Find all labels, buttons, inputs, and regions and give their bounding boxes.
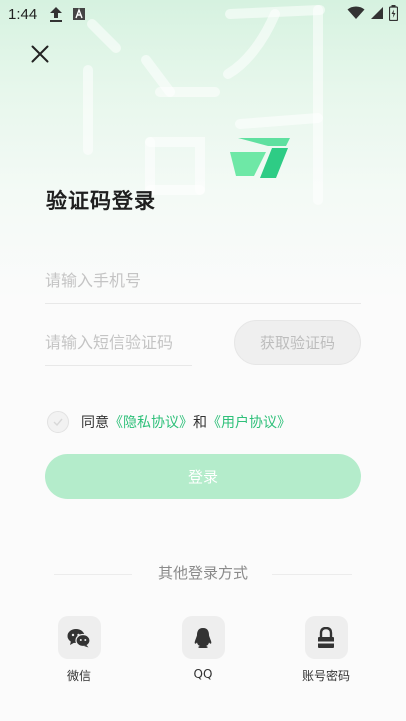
get-code-button[interactable]: 获取验证码 [234,320,361,365]
wechat-login-button[interactable]: 微信 [39,616,119,684]
battery-icon [389,5,398,21]
agreement-prefix: 同意 [81,415,109,431]
agreement-row: 同意 《隐私协议》 和 《用户协议》 [47,410,291,434]
agreement-conjunction: 和 [193,415,207,431]
status-time: 1:44 [8,5,38,23]
phone-input[interactable] [45,258,361,304]
check-icon [53,418,63,426]
wifi-icon [347,6,365,19]
password-login-label: 账号密码 [301,669,350,683]
wechat-icon [67,628,91,647]
wechat-login-label: 微信 [66,669,91,683]
close-icon [31,45,49,63]
signal-icon [371,7,383,19]
user-agreement-link[interactable]: 《用户协议》 [207,412,291,432]
lock-icon-box [304,616,348,659]
close-button[interactable] [26,40,54,68]
page-title: 验证码登录 [46,189,156,213]
bottom-edge [0,717,406,721]
upload-icon [50,7,63,22]
qq-login-button[interactable]: QQ [163,616,243,681]
qq-login-label: QQ [193,667,213,681]
agreement-checkbox[interactable] [47,411,69,433]
login-button[interactable]: 登录 [45,454,361,499]
password-login-button[interactable]: 账号密码 [286,616,366,684]
text-notification-icon [73,8,86,20]
brand-logo-icon [230,138,290,178]
other-login-label: 其他登录方式 [157,564,248,582]
lock-icon [318,626,334,648]
wechat-icon-box [57,616,101,659]
qq-icon-box [181,616,225,659]
qq-icon [194,627,212,648]
sms-code-input[interactable] [45,320,192,366]
privacy-policy-link[interactable]: 《隐私协议》 [109,412,193,432]
status-bar: 1:44 [0,0,406,28]
